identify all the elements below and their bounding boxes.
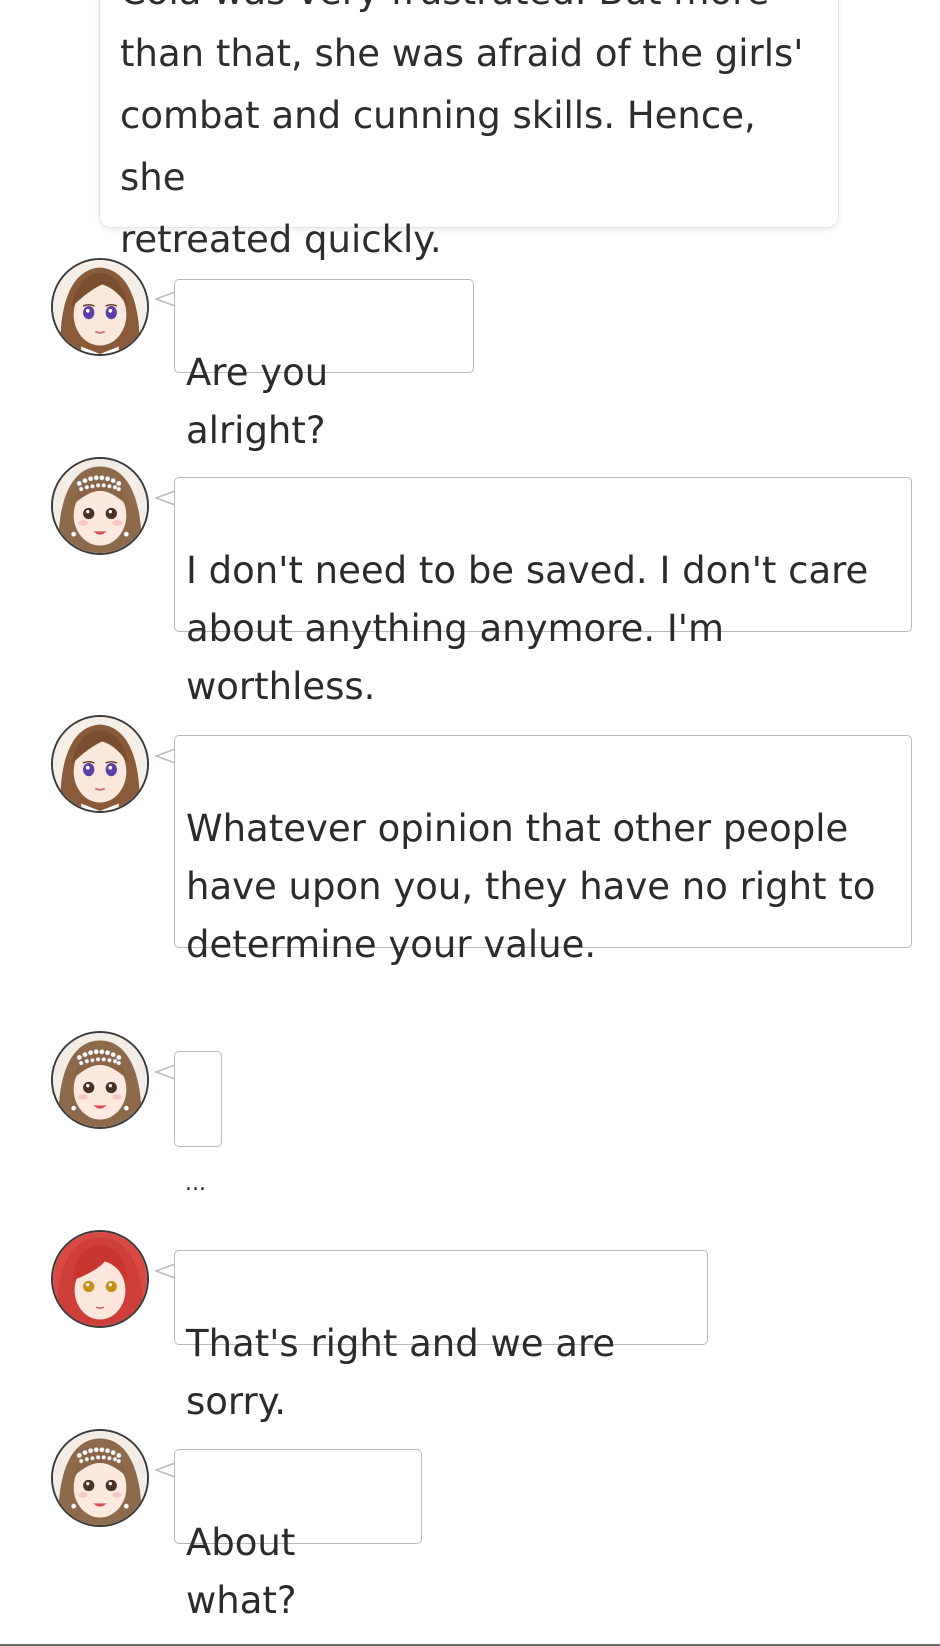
speech-tail-icon [154, 291, 176, 307]
speech-bubble: Whatever opinion that other people have … [174, 735, 912, 966]
message-text: That's right and we are sorry. [186, 1322, 616, 1423]
brown-hair-purple-eyes-avatar-icon[interactable] [51, 715, 149, 813]
speech-tail-icon [154, 490, 176, 506]
speech-bubble: ... [174, 1051, 222, 1196]
speech-bubble: I don't need to be saved. I don't care a… [174, 477, 912, 708]
narration-line: than that, she was afraid of the girls' [120, 32, 804, 75]
speech-bubble: That's right and we are sorry. [174, 1250, 708, 1423]
message-text: I don't need to be saved. I don't care a… [186, 549, 869, 708]
narration-line: combat and cunning skills. Hence, she [120, 94, 756, 199]
message-text: Whatever opinion that other people have … [186, 807, 876, 966]
narration-card: Cola was very frustrated. But more than … [99, 0, 839, 261]
speech-tail-icon [154, 1064, 176, 1080]
message-text: About what? [186, 1521, 297, 1622]
speech-tail-icon [154, 748, 176, 764]
pearl-headband-girl-avatar-icon[interactable] [51, 457, 149, 555]
pearl-headband-girl-avatar-icon[interactable] [51, 1031, 149, 1129]
speech-bubble: About what? [174, 1449, 422, 1622]
narration-line: Cola was very frustrated. But more [120, 0, 818, 23]
speech-bubble: Are you alright? [174, 279, 474, 452]
message-text: ... [185, 1171, 206, 1196]
pearl-headband-girl-avatar-icon[interactable] [51, 1429, 149, 1527]
narration-line: retreated quickly. [120, 218, 442, 261]
red-hair-gold-eyes-avatar-icon[interactable] [51, 1230, 149, 1328]
message-text: Are you alright? [186, 351, 329, 452]
speech-tail-icon [154, 1263, 176, 1279]
brown-hair-purple-eyes-avatar-icon[interactable] [51, 258, 149, 356]
speech-tail-icon [154, 1462, 176, 1478]
